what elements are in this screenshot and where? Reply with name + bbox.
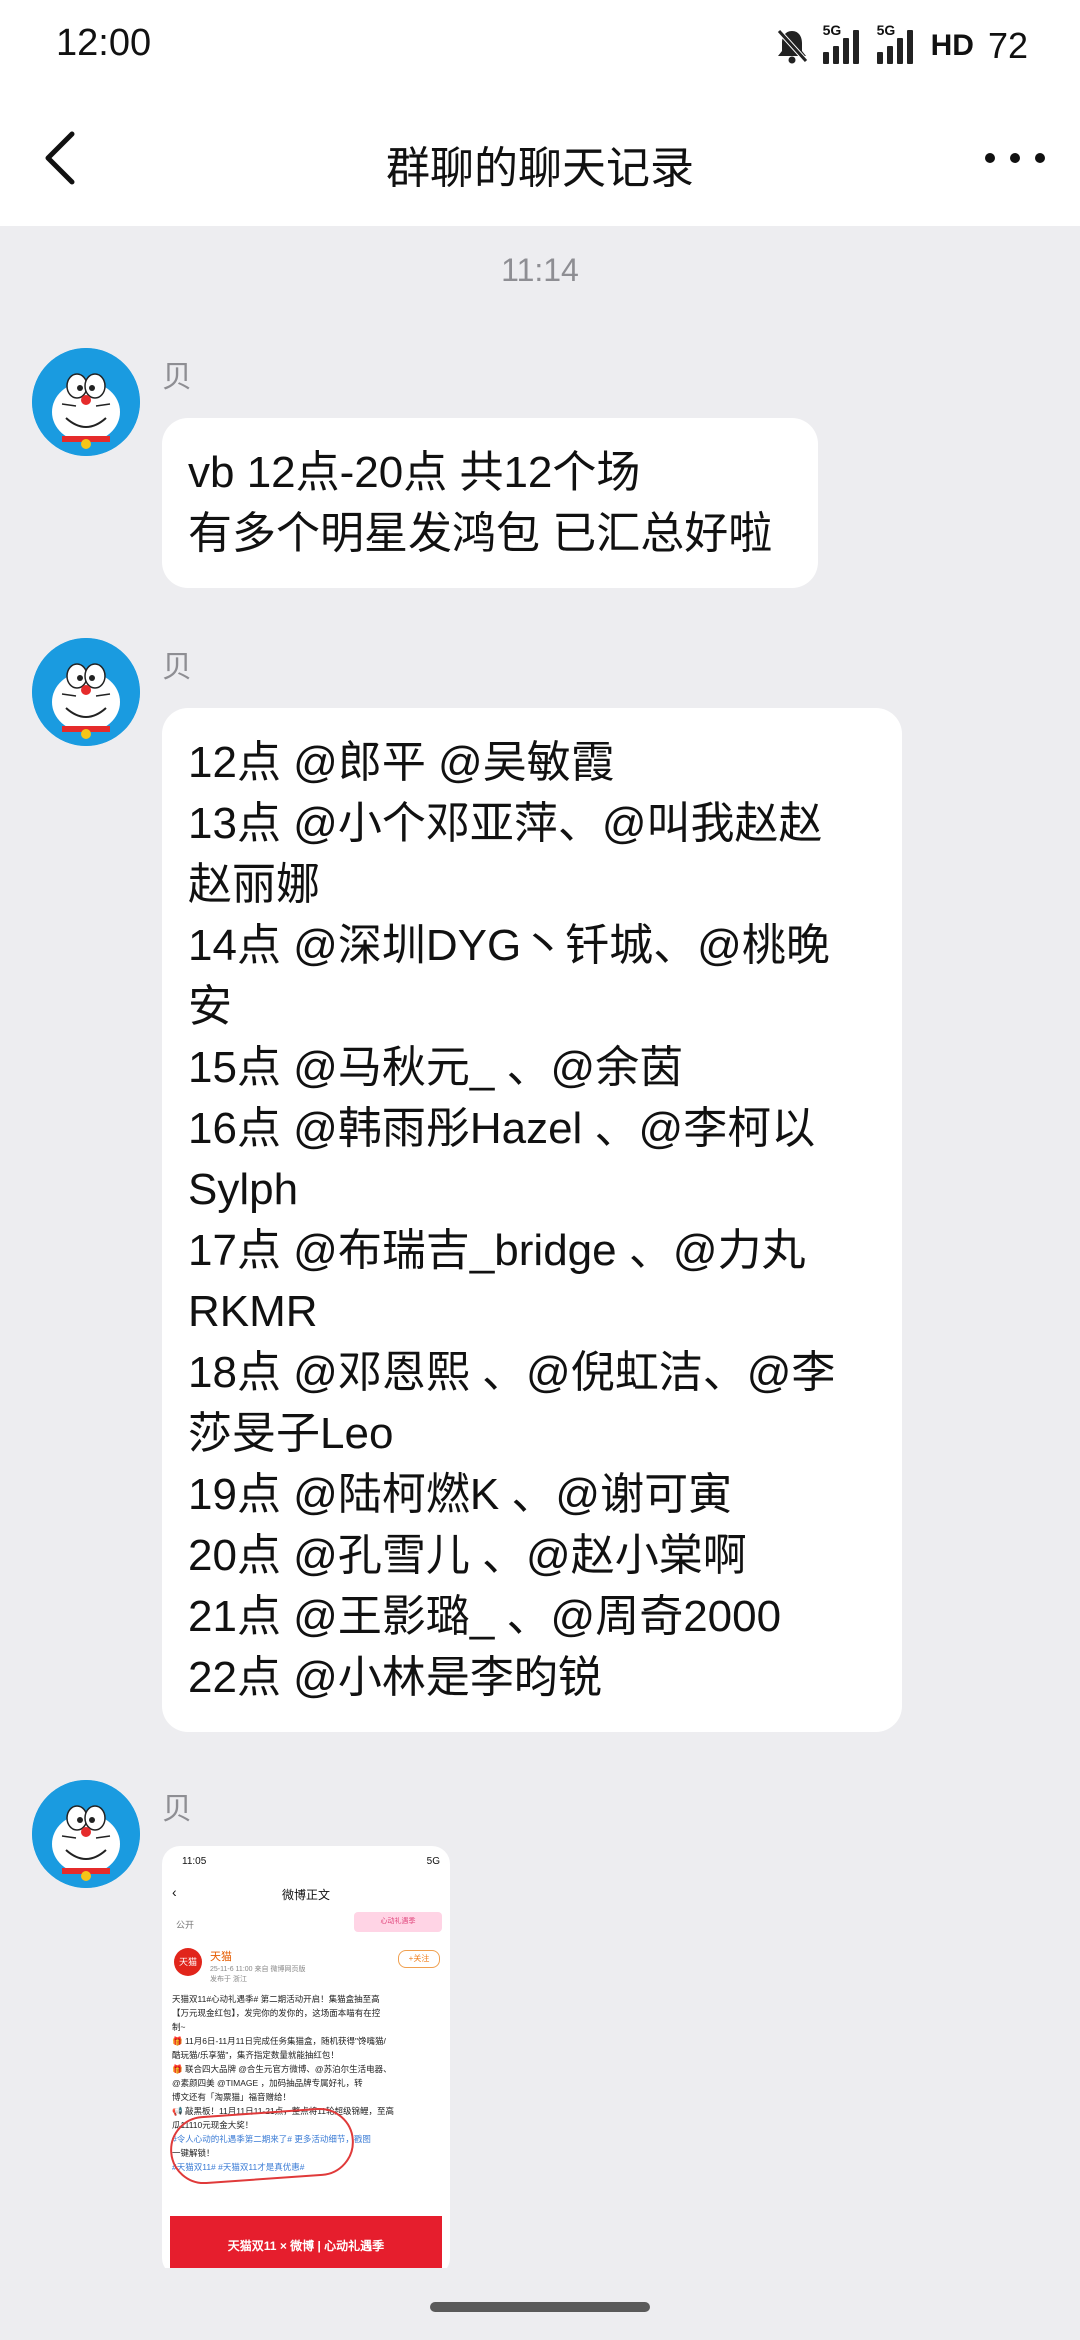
post-line: 博文还有「淘票猫」福音赠给！ [172,2092,292,2102]
message-line: 17点 @布瑞吉_bridge 、@力丸 [188,1226,806,1275]
message-line: RKMR [188,1287,318,1336]
post-meta: 25-11-6 11:00 来自 微博网页版 [210,1966,306,1973]
message-line: 12点 @郎平 @吴敏霞 [188,738,615,787]
more-horizontal-icon[interactable] [980,128,1050,188]
avatar[interactable] [32,638,140,746]
promo-footer: 天猫双11 × 微博 | 心动礼遇季 [170,2216,442,2276]
mute-bell-icon [776,29,808,64]
account-logo: 天猫 [174,1948,202,1976]
image-message[interactable]: 11:05 5G ‹ 微博正文 公开 心动礼遇季 天猫 天猫 25-11-6 1… [162,1846,450,2276]
post-line: 【万元现金红包】，发完你的发你的，这场面本喵有在控 [172,2008,381,2018]
message-bubble[interactable]: vb 12点-20点 共12个场 有多个明星发鸿包 已汇总好啦 [162,418,818,588]
message-line: Sylph [188,1165,299,1214]
post-line: 制~ [172,2022,186,2032]
status-icons: 5G 5G HD 72 [775,22,1028,70]
message-bubble[interactable]: 12点 @郎平 @吴敏霞 13点 @小个邓亚萍、@叫我赵赵 赵丽娜 14点 @深… [162,708,902,1732]
status-time: 12:00 [56,22,152,64]
follow-button: +关注 [398,1950,440,1968]
hd-indicator: HD [930,29,974,62]
sender-name: 贝 [162,1793,192,1826]
post-location: 发布于 浙江 [210,1976,247,1983]
message-line: 安 [188,982,232,1031]
post-line: @素颜四美 @TIMAGE ，加码抽品牌专属好礼，转 [172,2078,363,2088]
avatar[interactable] [32,1780,140,1888]
battery-level: 72 [987,25,1028,66]
screenshot-status-bar: 11:05 5G [162,1846,450,1872]
message-line: 18点 @邓恩熙 、@倪虹洁、@李 [188,1348,836,1397]
status-bar: 12:00 5G 5G HD 72 [0,0,1080,92]
post-line: 🎁 11月6日-11月11日完成任务集猫盒，随机获得"馋嘴猫/ [172,2036,386,2046]
message-line: 21点 @王影璐_ 、@周奇2000 [188,1592,782,1641]
message-line: 20点 @孔雪儿 、@赵小棠啊 [188,1531,747,1580]
sender-name: 贝 [162,651,192,684]
message-line: 19点 @陆柯燃K 、@谢可寅 [188,1470,733,1519]
doraemon-avatar-icon [32,1780,140,1888]
message-line: 15点 @马秋元_ 、@余茵 [188,1043,684,1092]
nav-bar: 群聊的聊天记录 [0,92,1080,226]
message-line: 13点 @小个邓亚萍、@叫我赵赵 [188,799,823,848]
post-line: 天猫双11#心动礼遇季# 第二期活动开启！集猫盒抽至高 [172,1994,380,2004]
sender-name: 贝 [162,361,192,394]
message-line: 16点 @韩雨彤Hazel 、@李柯以 [188,1104,816,1153]
post-line: 酷玩猫/乐享猫"，集齐指定数量就能抽红包！ [172,2050,339,2060]
screenshot-nav: ‹ 微博正文 [162,1882,450,1910]
message-line: vb 12点-20点 共12个场 [188,448,641,497]
message-line: 14点 @深圳DYG丶钎城、@桃晚 [188,921,830,970]
red-circle-annotation [167,2105,357,2187]
avatar[interactable] [32,348,140,456]
chat-timestamp: 11:14 [501,252,579,288]
home-indicator[interactable] [430,2302,650,2312]
message-line: 赵丽娜 [188,860,320,909]
public-label: 公开 [176,1920,195,1930]
post-line: 🎁 联合四大品牌 @合生元官方微博、@苏泊尔生活电器、 [172,2064,392,2074]
screenshot-time: 11:05 [182,1856,207,1867]
signal-icon: 5G [822,22,863,64]
screenshot-title: 微博正文 [281,1888,330,1902]
message-line: 莎旻子Leo [188,1409,394,1458]
promo-banner: 心动礼遇季 [354,1912,442,1932]
message-line: 有多个明星发鸿包 已汇总好啦 [188,509,773,558]
account-name: 天猫 [210,1951,232,1963]
page-title: 群聊的聊天记录 [386,144,694,193]
signal-icon-2: 5G [876,22,917,64]
message-line: 22点 @小林是李昀锐 [188,1653,602,1702]
screenshot-network: 5G [426,1856,440,1867]
doraemon-avatar-icon [32,638,140,746]
doraemon-avatar-icon [32,348,140,456]
